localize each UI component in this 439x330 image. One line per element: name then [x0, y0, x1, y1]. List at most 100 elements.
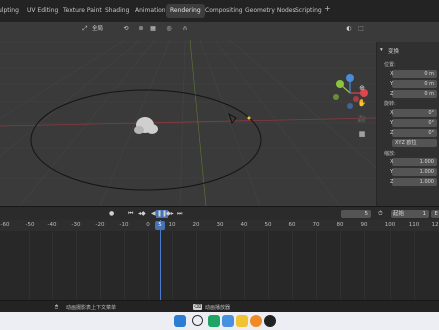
timeline-editor[interactable]: -60 -50 -40 -30 -20 -10 0 10 20 30 40 50…: [0, 220, 439, 300]
transform-orientation-icon[interactable]: ⤢: [80, 24, 90, 34]
rotation-label: 旋转:: [384, 101, 396, 107]
tab-sculpting[interactable]: ulpting: [0, 4, 23, 18]
record-icon[interactable]: ●: [109, 210, 114, 218]
frame-gridline: [52, 231, 53, 300]
blender-icon[interactable]: [250, 315, 262, 327]
app-icon-blue[interactable]: [222, 315, 234, 327]
windows-taskbar: [0, 312, 439, 330]
timeline-header: ● ⏮ ◂◆ ◀ ❚❚ ◆▸ ⏭ 5 ⏱ 起始 1 E: [0, 206, 439, 221]
proportional-edit-icon[interactable]: ◎: [164, 24, 174, 34]
rotation-x-field[interactable]: X 0°: [390, 109, 437, 117]
jump-end-icon[interactable]: ⏭: [177, 210, 182, 218]
tab-texture-paint[interactable]: Texture Paint: [59, 4, 106, 18]
tick-label: 50: [264, 222, 272, 228]
frame-gridline: [292, 231, 293, 300]
tick-label: 10: [168, 222, 176, 228]
snap-icon[interactable]: ⊚: [136, 24, 146, 34]
tick-label: -60: [0, 222, 10, 228]
tab-compositing[interactable]: Compositing: [201, 4, 247, 18]
current-frame-field[interactable]: 5: [341, 210, 371, 218]
rotation-z-field[interactable]: Z 0°: [390, 129, 437, 137]
3d-viewport[interactable]: ⤢ 全局 ⟲ ⊚ ▦ ◎ ∩ ◐ ⬚ ⊕ ✋ 🎥 ▦: [0, 22, 376, 206]
tick-label: -40: [47, 222, 57, 228]
frame-ruler[interactable]: -60 -50 -40 -30 -20 -10 0 10 20 30 40 50…: [0, 220, 439, 231]
rotation-y-field[interactable]: Y 0°: [390, 119, 437, 127]
tab-scripting[interactable]: Scripting: [291, 4, 326, 18]
jump-start-icon[interactable]: ⏮: [128, 210, 133, 218]
overlays-icon[interactable]: ⬚: [356, 24, 366, 34]
tab-uv-editing[interactable]: UV Editing: [23, 4, 62, 18]
location-y-field[interactable]: Y0 m: [390, 80, 437, 88]
scale-x-field[interactable]: X 1.000: [390, 158, 437, 166]
tab-animation[interactable]: Animation: [131, 4, 170, 18]
tick-label: -10: [119, 222, 129, 228]
sculpt-object: [134, 117, 158, 134]
transform-orientation-dropdown[interactable]: 全局: [92, 24, 103, 34]
npanel-collapse-icon[interactable]: ▾: [380, 47, 383, 53]
tick-label: 0: [146, 222, 150, 228]
frame-gridline: [414, 231, 415, 300]
tick-label: 70: [312, 222, 320, 228]
x-axis-line: [0, 117, 376, 127]
pan-hand-icon[interactable]: ✋: [356, 97, 368, 109]
tab-rendering[interactable]: Rendering: [166, 4, 205, 18]
play-reverse-icon[interactable]: ◀: [151, 210, 156, 218]
playhead-line[interactable]: [160, 220, 161, 300]
tick-label: 80: [336, 222, 344, 228]
start-icon[interactable]: [174, 315, 186, 327]
start-frame-field[interactable]: 起始 1: [391, 210, 429, 218]
tick-label: 40: [240, 222, 248, 228]
tick-label: -50: [25, 222, 35, 228]
search-icon[interactable]: [192, 315, 203, 326]
location-z-field[interactable]: Z0 m: [390, 90, 437, 98]
frame-gridline: [316, 231, 317, 300]
zoom-icon[interactable]: ⊕: [356, 82, 368, 94]
scale-label: 缩放:: [384, 151, 396, 157]
rotation-mode-dropdown[interactable]: XYZ 欧拉: [392, 139, 437, 147]
origin-dot: [247, 116, 251, 120]
frame-gridline: [148, 231, 149, 300]
scale-z-field[interactable]: Z 1.000: [390, 178, 437, 186]
snapping-target-icon[interactable]: ▦: [148, 24, 158, 34]
frame-gridline: [29, 231, 30, 300]
add-workspace-button[interactable]: +: [324, 4, 331, 13]
workspace-tab-bar: ulpting UV Editing Texture Paint Shading…: [0, 0, 439, 23]
frame-gridline: [196, 231, 197, 300]
viewport-shading-icon[interactable]: ◐: [344, 24, 354, 34]
frame-gridline: [100, 231, 101, 300]
frame-gridline: [172, 231, 173, 300]
frame-gridline: [390, 231, 391, 300]
prev-keyframe-icon[interactable]: ◂◆: [138, 210, 146, 218]
frame-gridline: [268, 231, 269, 300]
folder-icon[interactable]: [236, 315, 248, 327]
falloff-icon[interactable]: ∩: [180, 24, 190, 34]
tick-label: -30: [71, 222, 81, 228]
next-keyframe-icon[interactable]: ◆▸: [166, 210, 174, 218]
camera-view-icon[interactable]: 🎥: [356, 113, 368, 125]
location-label: 位置:: [384, 62, 396, 68]
clock-icon[interactable]: ⏱: [378, 210, 383, 218]
key-hint-icon: ⌫: [193, 304, 203, 310]
npanel-header: [376, 22, 439, 42]
location-x-field[interactable]: X0 m: [390, 70, 437, 78]
app-icon-dark[interactable]: [264, 315, 276, 327]
playhead-frame-indicator[interactable]: 5: [155, 221, 165, 230]
end-frame-field[interactable]: E: [431, 210, 439, 218]
tick-label: 60: [288, 222, 296, 228]
viewport-header: ⤢ 全局 ⟲ ⊚ ▦ ◎ ∩ ◐ ⬚: [0, 22, 376, 36]
transform-section-title[interactable]: 变换: [388, 47, 399, 55]
pivot-point-icon[interactable]: ⟲: [121, 24, 131, 34]
camera-object: [228, 112, 237, 125]
status-animation-player-hint: 动画播放器: [205, 305, 231, 311]
frame-gridline: [220, 231, 221, 300]
frame-gridline: [340, 231, 341, 300]
ortho-grid-icon[interactable]: ▦: [356, 128, 368, 140]
tick-label: -20: [95, 222, 105, 228]
camera-path-circle: [30, 89, 262, 191]
scale-y-field[interactable]: Y 1.000: [390, 168, 437, 176]
frame-gridline: [364, 231, 365, 300]
tick-label: 90: [360, 222, 368, 228]
viewport-grid: [0, 39, 376, 206]
app-icon-green[interactable]: [208, 315, 220, 327]
tab-shading[interactable]: Shading: [101, 4, 133, 18]
